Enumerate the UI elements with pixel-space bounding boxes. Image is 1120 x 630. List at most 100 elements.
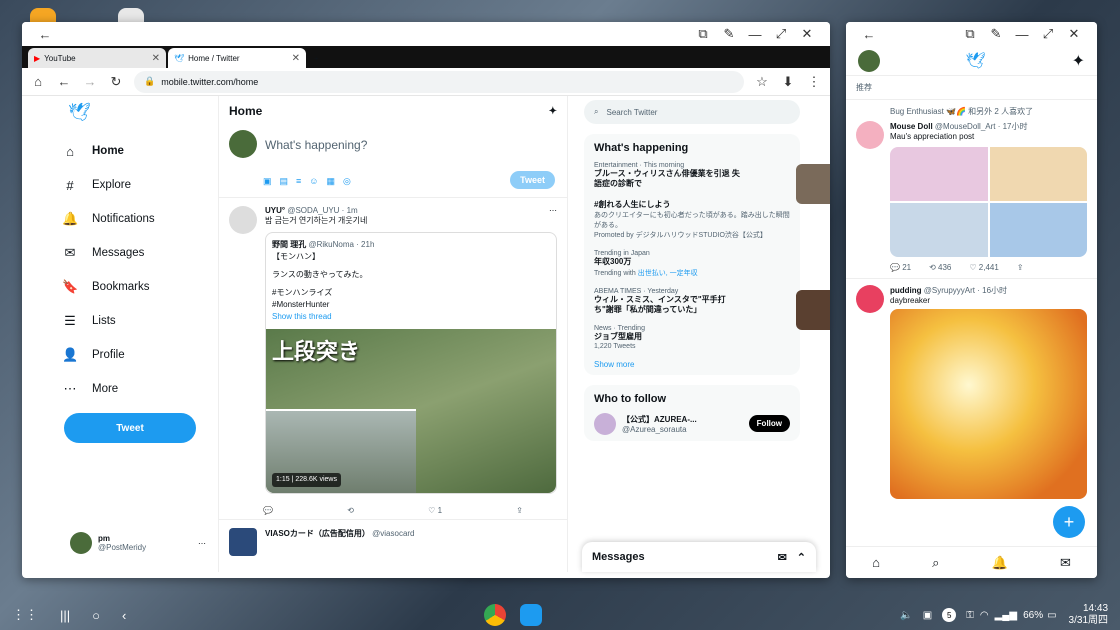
trend-item[interactable]: #創れる人生にしよう あのクリエイターにも初心者だった頃がある。踏み出した瞬間が… — [594, 200, 790, 240]
window-switch-icon[interactable]: ⧉ — [690, 26, 716, 42]
reply-icon[interactable]: 💬 — [263, 506, 273, 515]
close-tab-icon[interactable]: ✕ — [152, 53, 160, 64]
image-icon[interactable]: ▣ — [263, 176, 272, 187]
notification-badge[interactable]: 5 — [942, 608, 957, 622]
signal-icon: ▂▄▆ — [994, 609, 1018, 621]
nav-messages[interactable]: ✉ Messages — [62, 236, 218, 270]
nav-profile[interactable]: 👤 Profile — [62, 338, 218, 372]
mail-icon[interactable]: ✉ — [1060, 555, 1071, 571]
download-icon[interactable]: ⬇ — [780, 74, 796, 90]
home-circle-icon[interactable]: ○ — [92, 608, 100, 623]
retweet-icon[interactable]: ⟲ 436 — [929, 263, 951, 272]
compose-tweet-button[interactable]: Tweet — [510, 171, 555, 189]
back-arrow-icon[interactable]: ← — [856, 27, 882, 42]
home-icon[interactable]: ⌂ — [30, 74, 46, 89]
search-input[interactable]: ⌕ Search Twitter — [584, 100, 800, 124]
show-more-link[interactable]: Show more — [594, 360, 790, 369]
menu-icon[interactable]: ⋮ — [806, 74, 822, 90]
more-circle-icon: ⋯ — [63, 381, 77, 396]
share-icon[interactable]: ⇪ — [516, 506, 523, 515]
share-icon[interactable]: ⇪ — [1017, 263, 1024, 272]
compose-fab[interactable]: + — [1053, 506, 1085, 538]
hashtag-icon: # — [66, 177, 74, 193]
twitter-icon: 🕊 — [174, 53, 185, 63]
right-column: ⌕ Search Twitter What's happening Enterta… — [568, 96, 830, 572]
tweet[interactable]: UYU° @SODA_UYU · 1m ⋯ 밤 금는거 연기하는거 개웃기네 野間… — [219, 198, 567, 502]
chrome-icon[interactable] — [484, 604, 507, 626]
sparkle-icon[interactable]: ✦ — [549, 106, 557, 117]
compose-box: What's happening? ▣ ▤ ≡ ☺ ▦ ◎ Tweet — [219, 126, 567, 198]
avatar — [856, 285, 884, 313]
window-switch-icon[interactable]: ⧉ — [957, 26, 983, 42]
nav-home[interactable]: ⌂ Home — [62, 134, 218, 168]
maximize-icon[interactable]: ⤢ — [768, 26, 794, 42]
maximize-icon[interactable]: ⤢ — [1035, 26, 1061, 42]
location-icon[interactable]: ◎ — [343, 176, 351, 187]
twitter-app-icon[interactable] — [520, 604, 543, 626]
trend-item[interactable]: Entertainment · This morning ブルース・ウィリスさん… — [594, 162, 830, 204]
like-button[interactable]: ♡ 2,441 — [969, 263, 998, 272]
pin-icon[interactable]: ✎ — [983, 26, 1009, 42]
trend-item[interactable]: Trending in Japan 年収300万 Trending with 出… — [594, 250, 790, 277]
tab-youtube[interactable]: ▶ YouTube ✕ — [28, 48, 166, 68]
twitter-logo-icon[interactable]: 🕊 — [62, 102, 218, 134]
nav-bookmarks[interactable]: 🔖 Bookmarks — [62, 270, 218, 304]
nav-notifications[interactable]: 🔔 Notifications — [62, 202, 218, 236]
account-switcher[interactable]: pm @PostMeridy ⋯ — [70, 532, 206, 554]
poll-icon[interactable]: ≡ — [296, 176, 301, 187]
volume-icon[interactable]: 🔈 — [900, 610, 912, 621]
follow-button[interactable]: Follow — [748, 415, 790, 433]
search-icon[interactable]: ⌕ — [932, 555, 939, 571]
tweet-image[interactable] — [890, 309, 1087, 499]
address-bar[interactable]: 🔒 mobile.twitter.com/home — [134, 70, 744, 93]
minimize-icon[interactable]: — — [742, 27, 768, 42]
messages-drawer[interactable]: Messages ✉ ⌃ — [582, 542, 816, 572]
pin-icon[interactable]: ✎ — [716, 26, 742, 42]
home-icon[interactable]: ⌂ — [872, 555, 880, 570]
gif-icon[interactable]: ▤ — [280, 176, 289, 187]
video-thumbnail[interactable]: 上段突き 1:15 | 228.6K views — [266, 329, 556, 493]
close-tab-icon[interactable]: ✕ — [292, 53, 300, 64]
nav-explore[interactable]: # Explore — [62, 168, 218, 202]
nav-more[interactable]: ⋯ More — [62, 372, 218, 406]
avatar — [856, 121, 884, 149]
tweet-button[interactable]: Tweet — [64, 413, 196, 443]
bell-icon[interactable]: 🔔 — [992, 555, 1008, 571]
trend-item[interactable]: News · Trending ジョブ型雇用 1,220 Tweets — [594, 325, 790, 349]
retweet-icon[interactable]: ⟲ — [347, 506, 354, 515]
recents-icon[interactable]: ||| — [60, 608, 70, 623]
expand-icon[interactable]: ⌃ — [797, 551, 806, 564]
avatar[interactable] — [858, 49, 880, 72]
back-icon[interactable]: ‹ — [122, 608, 126, 623]
screen-capture-icon[interactable]: ▣ — [923, 610, 932, 621]
bookmark-icon: 🔖 — [62, 279, 79, 294]
tab-twitter[interactable]: 🕊 Home / Twitter ✕ — [168, 48, 306, 68]
show-thread-link[interactable]: Show this thread — [272, 311, 550, 323]
star-icon[interactable]: ☆ — [754, 74, 770, 90]
back-icon[interactable]: ← — [56, 74, 72, 89]
apps-grid-icon[interactable]: ⋮⋮ — [12, 607, 38, 623]
avatar — [594, 412, 616, 435]
schedule-icon[interactable]: ▦ — [327, 176, 336, 187]
tweet[interactable]: VIASOカード（広告配信用） @viasocard — [219, 519, 567, 564]
image-grid[interactable] — [890, 147, 1087, 257]
new-message-icon[interactable]: ✉ — [778, 551, 787, 564]
reload-icon[interactable]: ↻ — [108, 74, 124, 90]
close-icon[interactable]: ✕ — [1061, 26, 1087, 42]
close-icon[interactable]: ✕ — [794, 26, 820, 42]
tweet[interactable]: Bug Enthusiast 🦋🌈 和另外 2 人喜欢了 Mouse Doll … — [846, 100, 1097, 278]
avatar — [229, 528, 257, 556]
tweet[interactable]: pudding @SyrupyyyArt · 16小时 daybreaker — [846, 278, 1097, 505]
nav-lists[interactable]: ☰ Lists — [62, 304, 218, 338]
like-button[interactable]: ♡ 1 — [428, 506, 442, 515]
emoji-icon[interactable]: ☺ — [309, 176, 318, 187]
quoted-tweet[interactable]: 野間 理孔 @RikuNoma · 21h 【モンハン】 ランスの動きやってみた… — [265, 232, 557, 494]
reply-icon[interactable]: 💬 21 — [890, 263, 911, 272]
minimize-icon[interactable]: — — [1009, 27, 1035, 42]
sparkle-icon[interactable]: ✦ — [1072, 51, 1085, 71]
more-icon[interactable]: ⋯ — [549, 206, 557, 215]
trend-item[interactable]: ABEMA TIMES · Yesterday ウィル・スミス、インスタで"平手… — [594, 288, 830, 330]
new-tab-button[interactable]: + — [308, 48, 330, 68]
back-arrow-icon[interactable]: ← — [32, 27, 58, 42]
forward-icon[interactable]: → — [82, 74, 98, 89]
